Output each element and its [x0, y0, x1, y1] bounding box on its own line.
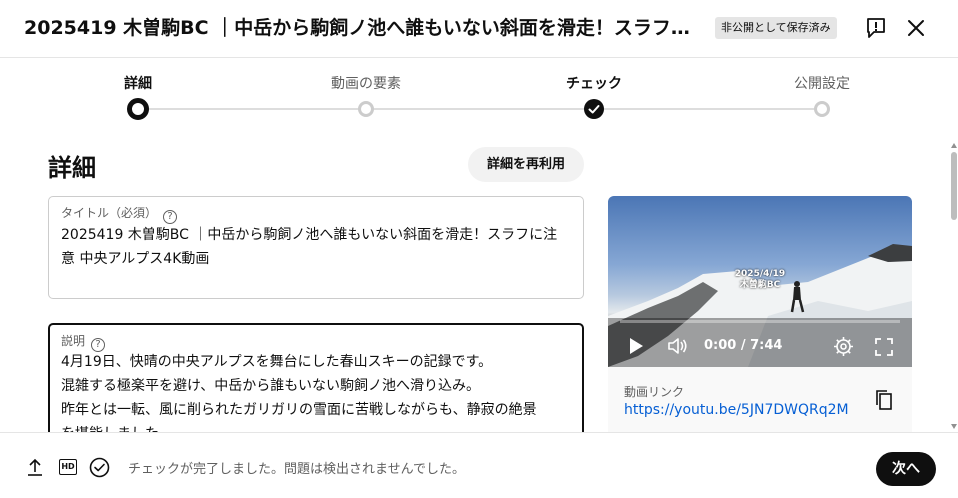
- stepper-track: [138, 108, 822, 110]
- overlay-date: 2025/4/19: [734, 269, 786, 279]
- visibility-badge: 非公開として保存済み: [715, 17, 837, 39]
- step-video-elements[interactable]: 動画の要素: [331, 73, 401, 93]
- description-line: 混雑する極楽平を避け、中岳から誰もいない駒飼ノ池へ滑り込み。: [61, 378, 481, 394]
- step-visibility[interactable]: 公開設定: [794, 73, 850, 93]
- fullscreen-icon[interactable]: [875, 338, 893, 360]
- step-checks[interactable]: チェック: [566, 73, 622, 93]
- reuse-details-button[interactable]: 詳細を再利用: [468, 147, 584, 182]
- dialog-header: 2025419 木曽駒BC ｜中岳から駒飼ノ池へ誰もいない斜面を滑走！スラフに注…: [0, 0, 958, 58]
- description-field-label-wrap: 説明?: [61, 332, 106, 352]
- video-time: 0:00 / 7:44: [704, 338, 783, 353]
- dialog-title: 2025419 木曽駒BC ｜中岳から駒飼ノ池へ誰もいない斜面を滑走！スラフに注…: [24, 17, 704, 39]
- video-overlay-text: 2025/4/19 木曽駒BC: [608, 269, 912, 291]
- video-link-url[interactable]: https://youtu.be/5JN7DWQRq2M: [624, 402, 849, 418]
- title-field-label-wrap: タイトル（必須）?: [61, 204, 178, 224]
- description-input[interactable]: 4月19日、快晴の中央アルプスを舞台にした春山スキーの記録です。 混雑する極楽平…: [61, 350, 570, 441]
- hd-icon[interactable]: HD: [59, 459, 77, 475]
- title-field[interactable]: タイトル（必須）? 2025419 木曽駒BC ｜中岳から駒飼ノ池へ誰もいない斜…: [48, 196, 584, 299]
- step-details[interactable]: 詳細: [124, 73, 152, 93]
- copy-icon[interactable]: [874, 389, 894, 415]
- video-info-panel: 動画リンク https://youtu.be/5JN7DWQRq2M: [608, 367, 912, 437]
- description-field-label: 説明: [61, 334, 86, 348]
- check-circle-icon[interactable]: [89, 457, 110, 482]
- feedback-icon[interactable]: [865, 17, 887, 39]
- checkmark-icon: [588, 105, 600, 114]
- help-icon[interactable]: ?: [163, 210, 178, 224]
- settings-gear-icon[interactable]: [833, 336, 854, 361]
- footer-status: チェックが完了しました。問題は検出されませんでした。: [128, 462, 465, 477]
- title-field-label: タイトル（必須）: [61, 206, 158, 220]
- content-scrollbar[interactable]: [950, 140, 958, 432]
- upload-dialog: 2025419 木曽駒BC ｜中岳から駒飼ノ池へ誰もいない斜面を滑走！スラフに注…: [0, 0, 958, 498]
- volume-icon[interactable]: [667, 337, 689, 359]
- video-link-label: 動画リンク: [624, 385, 685, 399]
- section-title: 詳細: [48, 154, 96, 182]
- step-checks-dot[interactable]: [584, 99, 604, 119]
- title-input[interactable]: 2025419 木曽駒BC ｜中岳から駒飼ノ池へ誰もいない斜面を滑走！スラフに注…: [61, 223, 571, 271]
- description-field[interactable]: 説明? 4月19日、快晴の中央アルプスを舞台にした春山スキーの記録です。 混雑す…: [48, 323, 584, 443]
- video-preview[interactable]: 2025/4/19 木曽駒BC 0:00 / 7:44: [608, 196, 912, 367]
- step-details-dot[interactable]: [127, 98, 149, 120]
- play-icon[interactable]: [628, 337, 644, 359]
- close-icon[interactable]: [905, 17, 927, 39]
- description-line: 4月19日、快晴の中央アルプスを舞台にした春山スキーの記録です。: [61, 354, 493, 370]
- overlay-place: 木曽駒BC: [739, 280, 781, 290]
- step-video-elements-dot[interactable]: [358, 101, 374, 117]
- dialog-footer: HD チェックが完了しました。問題は検出されませんでした。 次へ: [0, 432, 958, 498]
- description-line: 昨年とは一転、風に削られたガリガリの雪面に苦戦しながらも、静寂の絶景: [61, 402, 537, 418]
- upload-icon[interactable]: [27, 458, 43, 480]
- step-visibility-dot[interactable]: [814, 101, 830, 117]
- next-button[interactable]: 次へ: [876, 452, 936, 486]
